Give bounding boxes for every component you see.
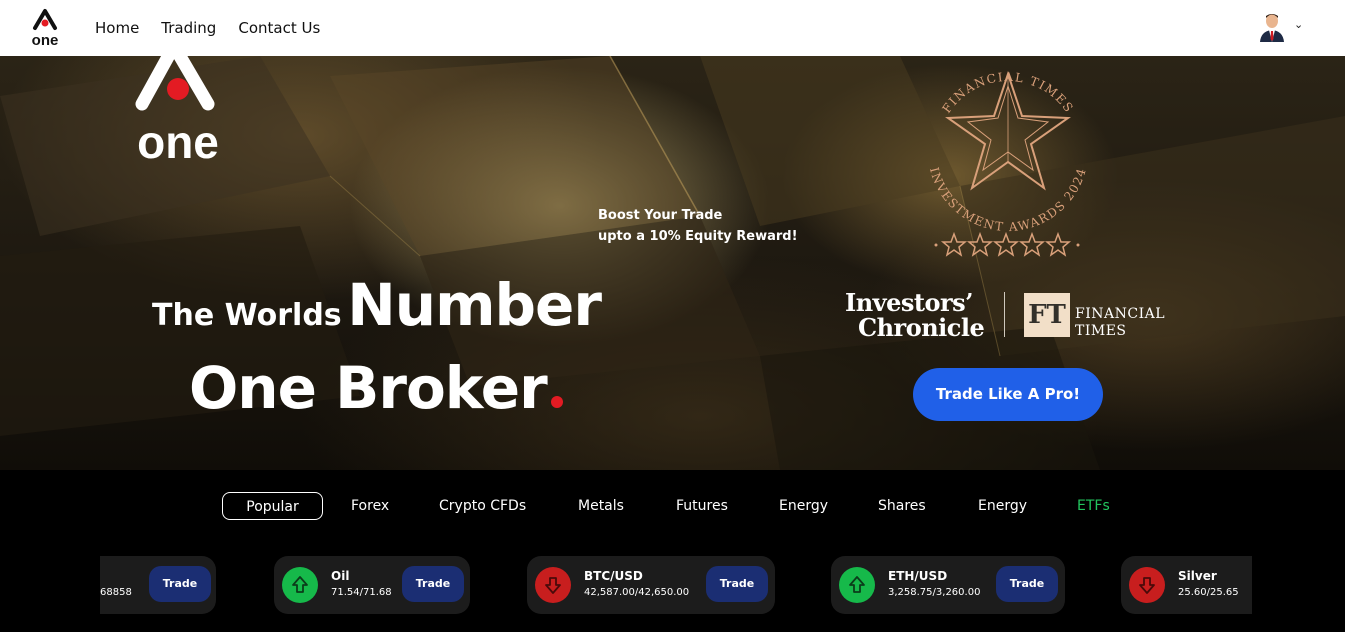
ticker-price: 25.60/25.65 [1178,587,1239,598]
price-ticker: 68858 Trade Oil 71.54/71.68 Trade BTC/US… [100,542,1252,632]
svg-text:INVESTMENT AWARDS 2024: INVESTMENT AWARDS 2024 [927,166,1089,235]
trade-button[interactable]: Trade [402,566,464,602]
award-stars [940,231,1072,257]
brand-logo-text: one [32,32,59,48]
top-navbar: one Home Trading Contact Us ⌄ [0,0,1345,56]
market-category-tabs: Popular Forex Crypto CFDs Metals Futures… [0,470,1345,542]
tab-popular[interactable]: Popular [222,492,323,520]
tab-etfs[interactable]: ETFs [1077,492,1110,520]
ft-logo-text: FINANCIAL TIMES [1075,306,1165,340]
ticker-price: 3,258.75/3,260.00 [888,587,981,598]
nav-link-contact[interactable]: Contact Us [238,19,320,37]
investors-chronicle-logo: Investors’ Chronicle [845,288,985,342]
headline-line-2: One Broker [189,354,563,422]
ticker-symbol: ETH/USD [888,569,948,583]
ticker-price: 68858 [100,587,132,598]
ticker-price: 71.54/71.68 [331,587,392,598]
boost-promo-text: Boost Your Trade upto a 10% Equity Rewar… [598,205,798,247]
nav-link-home[interactable]: Home [95,19,139,37]
arrow-down-icon [1129,567,1165,603]
ticker-card-eth: ETH/USD 3,258.75/3,260.00 Trade [831,556,1065,614]
headline-line-1: The Worlds Number [152,271,602,339]
ft-award-badge: FINANCIAL TIMES INVESTMENT AWARDS 2024 [927,70,1089,257]
ticker-card-silver: Silver 25.60/25.65 [1121,556,1252,614]
ticker-symbol: Silver [1178,569,1217,583]
ticker-price: 42,587.00/42,650.00 [584,587,690,598]
tab-energy-2[interactable]: Energy [978,492,1027,520]
ic-line-1: Investors’ [845,288,974,317]
ft-text-line-1: FINANCIAL [1075,306,1166,322]
tab-shares[interactable]: Shares [878,492,926,520]
trade-button[interactable]: Trade [149,566,211,602]
tab-futures[interactable]: Futures [676,492,728,520]
nav-link-trading[interactable]: Trading [161,19,216,37]
hero-logo-text: one [137,116,219,164]
ticker-symbol: BTC/USD [584,569,643,583]
hero-brand-logo: one [135,56,219,164]
headline-line-2-text: One Broker [189,354,548,422]
ticker-card: 68858 Trade [100,556,216,614]
tab-energy[interactable]: Energy [779,492,828,520]
tab-forex[interactable]: Forex [351,492,389,520]
ticker-symbol: Oil [331,569,350,583]
red-dot-icon [550,396,563,408]
ic-line-2: Chronicle [858,313,985,342]
trade-button[interactable]: Trade [996,566,1058,602]
ft-logo-mark: FT [1024,293,1070,337]
trade-like-a-pro-button[interactable]: Trade Like A Pro! [913,368,1103,421]
hero-banner: one Boost Your Trade upto a 10% Equity R… [0,56,1345,470]
chevron-down-icon[interactable]: ⌄ [1294,18,1303,31]
boost-line-2: upto a 10% Equity Reward! [598,229,798,244]
ft-text-line-2: TIMES [1075,323,1127,339]
trade-button[interactable]: Trade [706,566,768,602]
arrow-up-icon [282,567,318,603]
ticker-card-oil: Oil 71.54/71.68 Trade [274,556,470,614]
award-bottom-text: INVESTMENT AWARDS 2024 [927,166,1088,235]
user-avatar[interactable] [1258,12,1286,42]
tab-crypto-cfds[interactable]: Crypto CFDs [439,492,526,520]
brand-logo[interactable]: one [26,8,64,48]
ticker-card-btc: BTC/USD 42,587.00/42,650.00 Trade [527,556,775,614]
arrow-up-icon [839,567,875,603]
tab-metals[interactable]: Metals [578,492,624,520]
arrow-down-icon [535,567,571,603]
logo-divider [1004,292,1005,337]
headline-big: Number [347,271,602,339]
headline-small: The Worlds [152,298,342,333]
boost-line-1: Boost Your Trade [598,208,723,223]
nav-links: Home Trading Contact Us [95,0,342,56]
